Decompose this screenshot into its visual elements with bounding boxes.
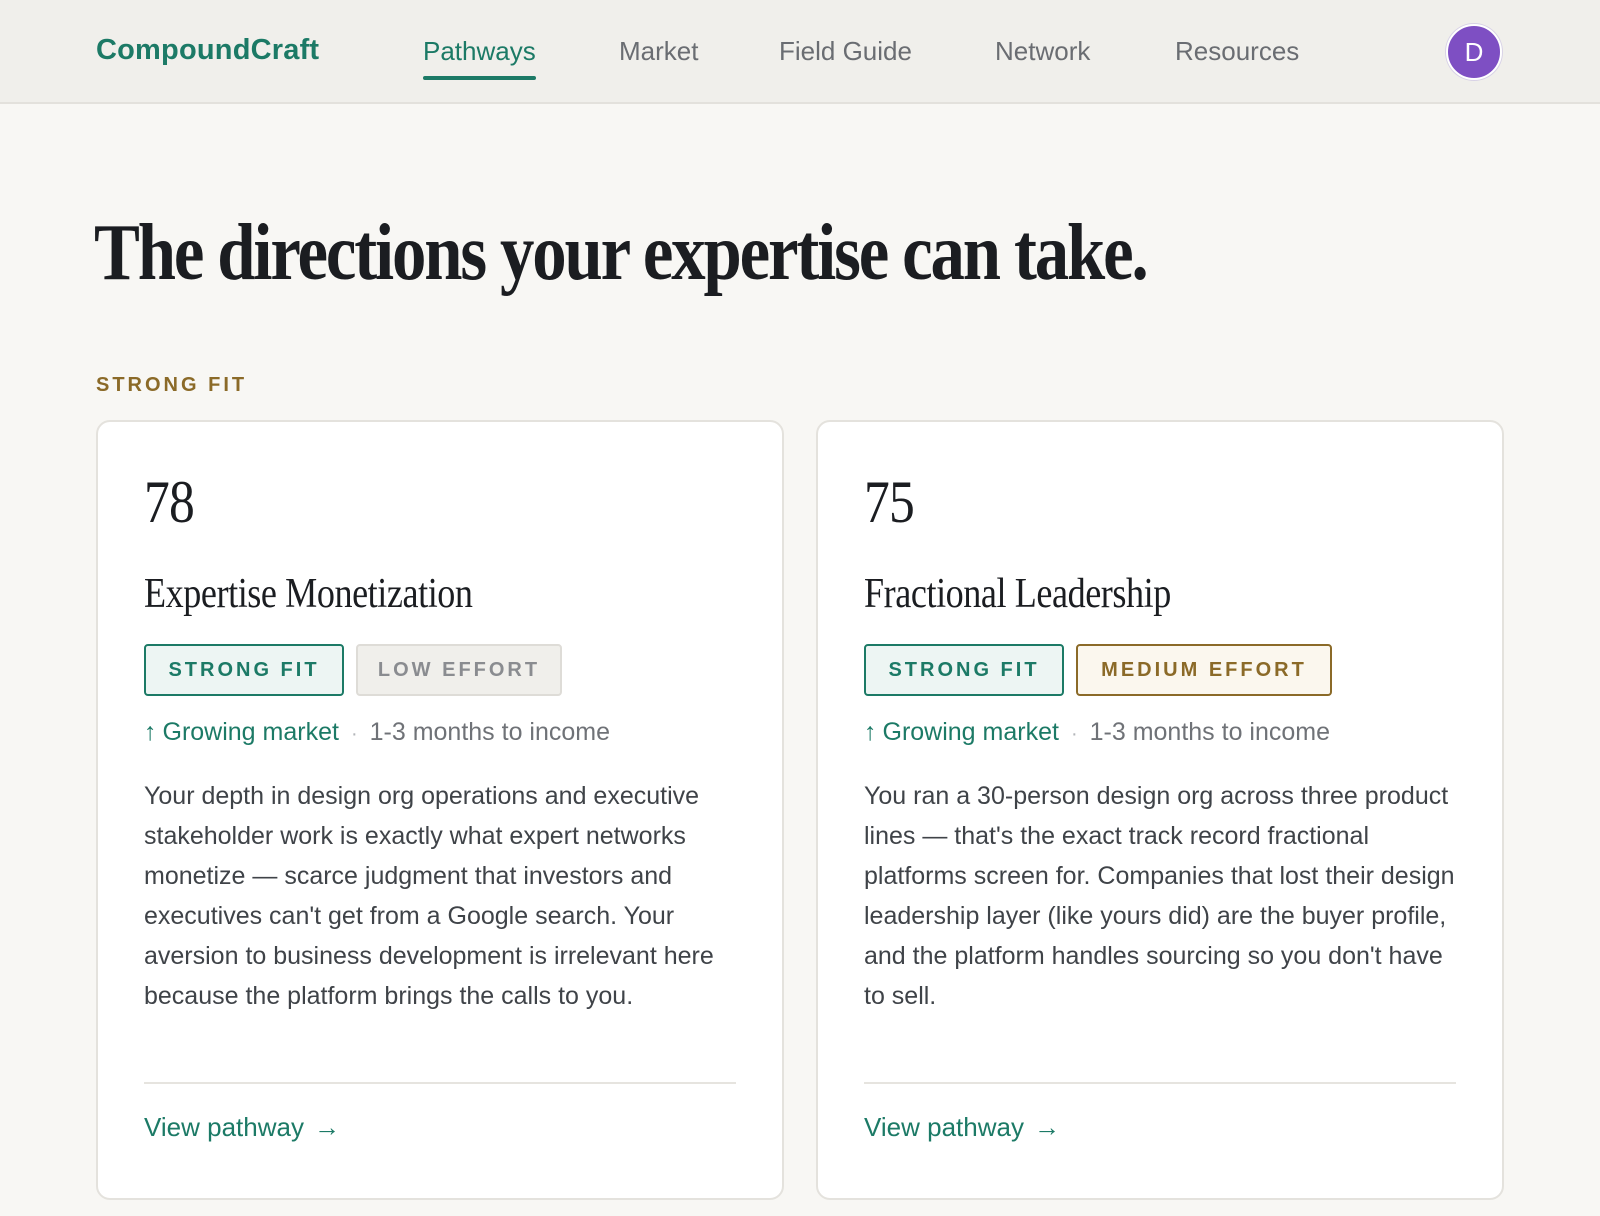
fit-score: 78 [144, 469, 195, 535]
effort-badge: MEDIUM EFFORT [1076, 644, 1332, 696]
meta-separator: · [1070, 723, 1078, 745]
arrow-up-icon: ↑ [144, 718, 157, 746]
time-to-income: 1-3 months to income [369, 718, 611, 746]
nav-item-field-guide[interactable]: Field Guide [779, 36, 912, 67]
section-label-strong-fit: STRONG FIT [96, 374, 248, 396]
view-pathway-link[interactable]: View pathway → [144, 1112, 340, 1143]
pathway-title: Fractional Leadership [864, 571, 1171, 617]
market-meta: ↑ Growing market · 1-3 months to income [864, 718, 1330, 748]
fit-score: 75 [864, 469, 915, 535]
arrow-up-icon: ↑ [864, 718, 877, 746]
pathway-card-expertise-monetization: 78 Expertise Monetization STRONG FIT LOW… [96, 420, 784, 1200]
nav-item-pathways[interactable]: Pathways [423, 36, 536, 80]
pathway-description: You ran a 30-person design org across th… [864, 782, 1455, 1010]
nav-item-network[interactable]: Network [995, 36, 1090, 67]
card-divider [144, 1082, 736, 1084]
market-trend: Growing market [162, 718, 339, 746]
pathway-card-fractional-leadership: 75 Fractional Leadership STRONG FIT MEDI… [816, 420, 1504, 1200]
meta-separator: · [350, 723, 358, 745]
logo[interactable]: CompoundCraft [96, 34, 319, 67]
time-to-income: 1-3 months to income [1089, 718, 1331, 746]
user-avatar[interactable]: D [1446, 24, 1502, 80]
nav-item-resources[interactable]: Resources [1175, 36, 1299, 67]
effort-badge: LOW EFFORT [356, 644, 562, 696]
pathway-description: Your depth in design org operations and … [144, 782, 714, 1010]
arrow-right-icon: → [313, 1112, 340, 1142]
market-trend: Growing market [882, 718, 1059, 746]
arrow-right-icon: → [1033, 1112, 1060, 1142]
view-pathway-link[interactable]: View pathway → [864, 1112, 1060, 1143]
market-meta: ↑ Growing market · 1-3 months to income [144, 718, 610, 748]
fit-badge: STRONG FIT [864, 644, 1064, 696]
fit-badge: STRONG FIT [144, 644, 344, 696]
nav-item-market[interactable]: Market [619, 36, 698, 67]
card-divider [864, 1082, 1456, 1084]
view-pathway-label: View pathway [144, 1112, 304, 1142]
top-navigation-bar: CompoundCraft Pathways Market Field Guid… [0, 0, 1600, 104]
view-pathway-label: View pathway [864, 1112, 1024, 1142]
pathway-title: Expertise Monetization [144, 571, 473, 617]
page-headline: The directions your expertise can take. [94, 209, 1149, 297]
